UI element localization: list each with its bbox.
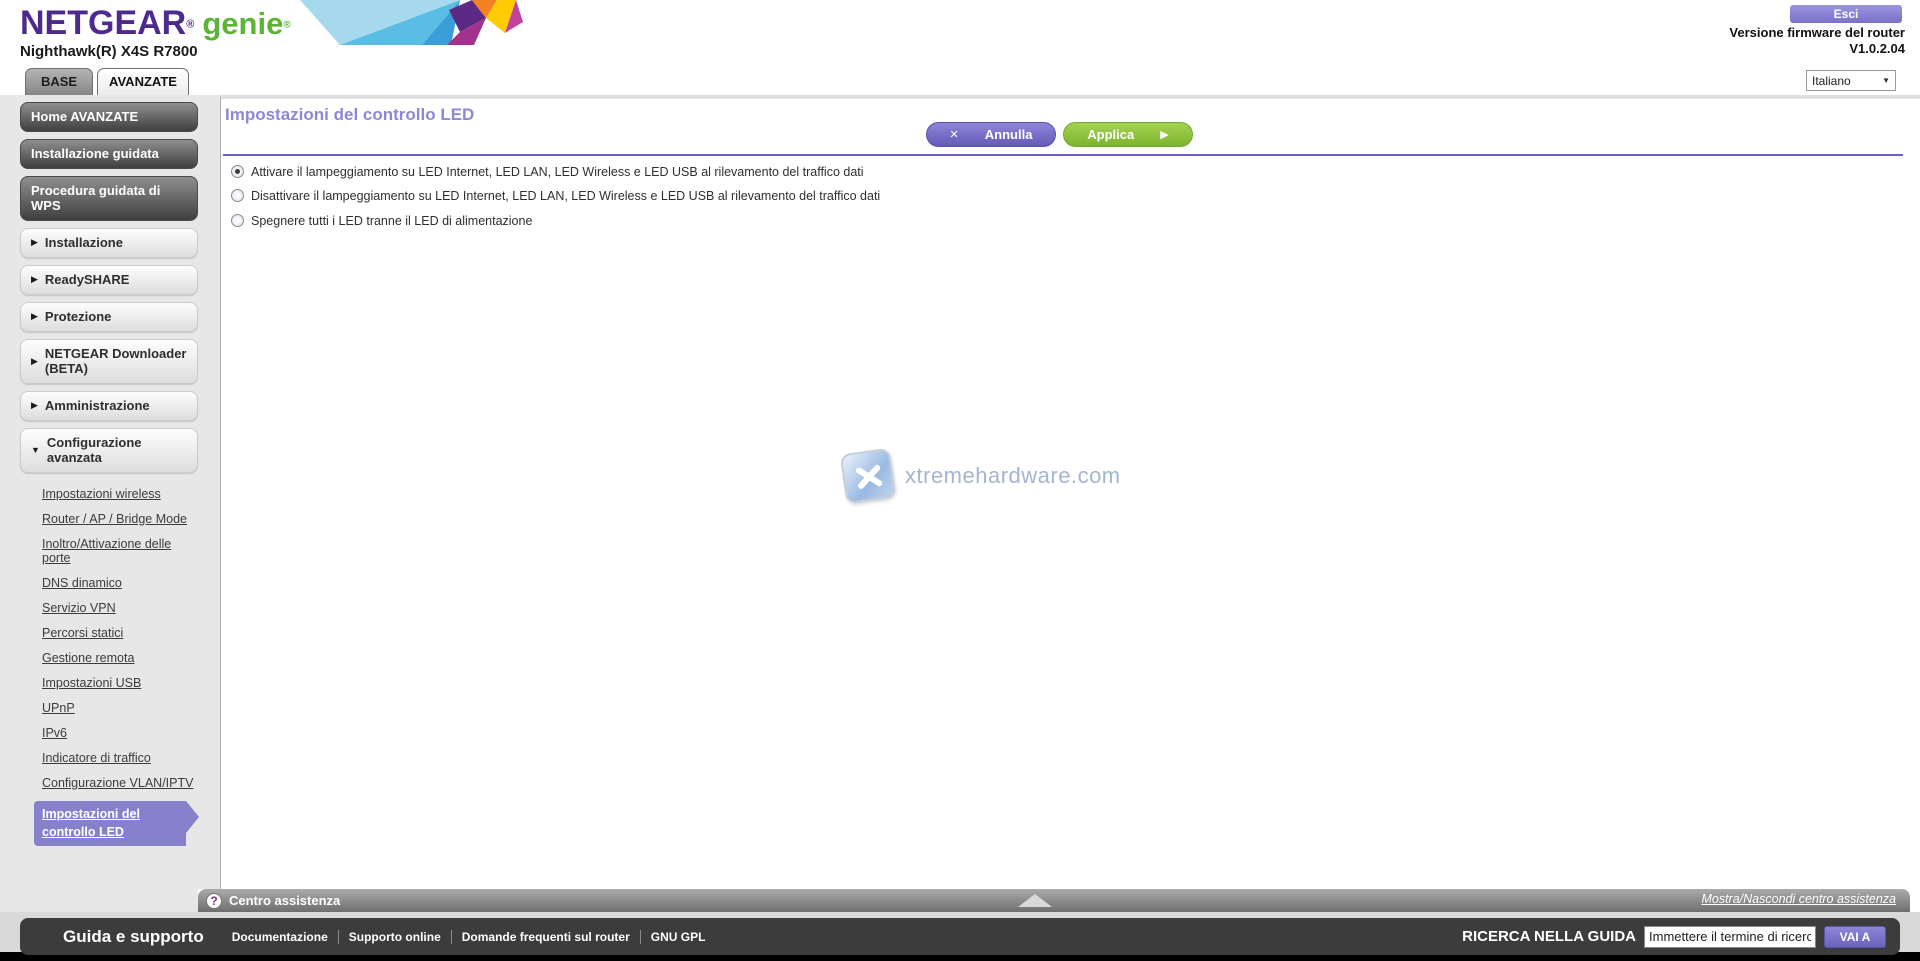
footer-bar: Guida e supporto Documentazione Supporto…: [20, 918, 1900, 955]
sidebar-item-readyshare[interactable]: ▶ ReadySHARE: [20, 265, 198, 295]
footer-links: Documentazione Supporto online Domande f…: [222, 929, 716, 944]
sidebar-item-netgear-downloader[interactable]: ▶ NETGEAR Downloader (BETA): [20, 339, 198, 384]
chevron-right-icon: ▶: [31, 355, 38, 366]
action-buttons: ✕ Annulla Applica ▶: [926, 122, 1193, 147]
cancel-button[interactable]: ✕ Annulla: [926, 122, 1056, 147]
divider: [223, 154, 1903, 156]
logout-button[interactable]: Esci: [1790, 5, 1902, 23]
sidebar-item-controllo-led-selected[interactable]: Impostazioni del controllo LED: [34, 801, 199, 846]
tab-bar: BASE AVANZATE: [25, 68, 189, 95]
firmware-label: Versione firmware del router: [1729, 25, 1905, 40]
sidebar-item-upnp[interactable]: UPnP: [42, 701, 202, 715]
sidebar-item-installazione[interactable]: ▶ Installazione: [20, 228, 198, 258]
netgear-logo: NETGEAR: [20, 4, 187, 42]
chevron-right-icon: ▶: [31, 237, 38, 247]
sidebar-item-indicatore-traffico[interactable]: Indicatore di traffico: [42, 751, 202, 765]
router-model-label: Nighthawk(R) X4S R7800: [20, 43, 198, 60]
sidebar-item-label: NETGEAR Downloader (BETA): [44, 346, 187, 376]
toggle-help-center-link[interactable]: Mostra/Nascondi centro assistenza: [1701, 892, 1896, 906]
radio-button-checked[interactable]: [231, 165, 244, 178]
chevron-right-icon: ▶: [31, 400, 38, 410]
radio-option-label: Attivare il lampeggiamento su LED Intern…: [251, 165, 864, 179]
radio-option-led-off-blink[interactable]: Disattivare il lampeggiamento su LED Int…: [231, 189, 880, 204]
footer-link-supporto-online[interactable]: Supporto online: [337, 929, 451, 944]
radio-option-led-on[interactable]: Attivare il lampeggiamento su LED Intern…: [231, 165, 864, 180]
sidebar-item-configurazione-avanzata[interactable]: ▼ Configurazione avanzata: [20, 428, 198, 473]
sidebar-item-gestione-remota[interactable]: Gestione remota: [42, 651, 202, 665]
help-bar-spacer: [0, 889, 198, 912]
sidebar-item-impostazioni-wireless[interactable]: Impostazioni wireless: [42, 487, 202, 501]
cancel-button-label: Annulla: [984, 127, 1033, 142]
radio-button[interactable]: [231, 214, 244, 227]
help-center-bar: ? Centro assistenza Mostra/Nascondi cent…: [198, 889, 1910, 912]
sidebar-item-procedura-wps[interactable]: Procedura guidata di WPS: [20, 176, 198, 221]
help-center-title: Centro assistenza: [229, 893, 341, 908]
sidebar-item-inoltro-porte[interactable]: Inoltro/Attivazione delle porte: [42, 537, 202, 565]
sidebar-item-impostazioni-usb[interactable]: Impostazioni USB: [42, 676, 202, 690]
language-select[interactable]: Italiano ▼: [1806, 70, 1896, 91]
header-ribbon-graphic: [300, 0, 523, 45]
tab-avanzate[interactable]: AVANZATE: [97, 68, 189, 95]
sidebar-item-amministrazione[interactable]: ▶ Amministrazione: [20, 391, 198, 421]
sidebar-item-label: Impostazioni del controllo LED: [42, 807, 140, 839]
firmware-version: V1.0.2.04: [1849, 41, 1905, 56]
sidebar-item-installazione-guidata[interactable]: Installazione guidata: [20, 139, 198, 169]
registered-mark-icon: ®: [283, 19, 291, 31]
chevron-right-icon: ▶: [31, 274, 38, 284]
apply-button[interactable]: Applica ▶: [1063, 122, 1193, 147]
help-bar-row: ? Centro assistenza Mostra/Nascondi cent…: [0, 889, 1920, 912]
sidebar-item-configurazione-vlan-iptv[interactable]: Configurazione VLAN/IPTV: [42, 776, 202, 790]
apply-button-label: Applica: [1087, 127, 1135, 142]
header: NETGEAR® genie® Nighthawk(R) X4S R7800 Es…: [0, 0, 1920, 95]
sidebar-item-label: Amministrazione: [44, 398, 150, 413]
sidebar-item-label: Installazione: [44, 235, 123, 250]
chevron-down-icon: ▼: [1882, 76, 1890, 85]
sidebar-item-servizio-vpn[interactable]: Servizio VPN: [42, 601, 202, 615]
main-content: Impostazioni del controllo LED ✕ Annulla…: [220, 95, 1920, 889]
sidebar-item-percorsi-statici[interactable]: Percorsi statici: [42, 626, 202, 640]
sidebar-item-protezione[interactable]: ▶ Protezione: [20, 302, 198, 332]
page-title: Impostazioni del controllo LED: [225, 105, 475, 124]
sidebar-item-label: Protezione: [44, 309, 112, 324]
sidebar-item-ipv6[interactable]: IPv6: [42, 726, 202, 740]
radio-button[interactable]: [231, 189, 244, 202]
sidebar-item-router-ap-bridge[interactable]: Router / AP / Bridge Mode: [42, 512, 202, 526]
sidebar-nav: Home AVANZATE Installazione guidata Proc…: [0, 95, 220, 889]
netgear-genie-app: NETGEAR® genie® Nighthawk(R) X4S R7800 Es…: [0, 0, 1920, 961]
footer-search: RICERCA NELLA GUIDA VAI A: [1462, 925, 1886, 948]
firmware-info: Versione firmware del router V1.0.2.04: [1729, 25, 1905, 57]
sidebar-item-label: ReadySHARE: [44, 272, 130, 287]
watermark-text: xtremehardware.com: [905, 463, 1121, 488]
footer-link-faq-router[interactable]: Domande frequenti sul router: [450, 929, 640, 944]
genie-logo: genie: [202, 6, 284, 41]
x-icon: ✕: [949, 129, 959, 141]
radio-option-label: Disattivare il lampeggiamento su LED Int…: [251, 189, 881, 203]
radio-option-label: Spegnere tutti i LED tranne il LED di al…: [251, 214, 533, 228]
chevron-down-icon: ▼: [31, 444, 40, 455]
search-input[interactable]: [1644, 925, 1816, 948]
go-button[interactable]: VAI A: [1824, 925, 1886, 948]
arrow-right-icon: ▶: [1160, 129, 1169, 141]
footer-title: Guida e supporto: [63, 926, 204, 946]
watermark: xtremehardware.com: [839, 447, 1121, 505]
sidebar-item-dns-dinamico[interactable]: DNS dinamico: [42, 576, 202, 590]
sidebar-item-home-avanzate[interactable]: Home AVANZATE: [20, 102, 198, 132]
help-icon: ?: [206, 892, 222, 909]
registered-mark-icon: ®: [186, 18, 195, 31]
footer-link-documentazione[interactable]: Documentazione: [222, 930, 338, 944]
chevron-right-icon: ▶: [31, 311, 38, 321]
collapse-arrow-icon[interactable]: [1018, 894, 1052, 907]
sidebar-sublinks: Impostazioni wireless Router / AP / Brid…: [34, 487, 220, 846]
brand-logo: NETGEAR® genie®: [20, 4, 291, 43]
xtremehardware-icon: [839, 447, 897, 505]
search-guide-label: RICERCA NELLA GUIDA: [1462, 928, 1636, 945]
sidebar-item-label: Configurazione avanzata: [46, 435, 142, 465]
middle-section: Home AVANZATE Installazione guidata Proc…: [0, 95, 1920, 889]
tab-base[interactable]: BASE: [25, 68, 93, 95]
footer-link-gnu-gpl[interactable]: GNU GPL: [639, 929, 716, 944]
radio-option-all-led-off[interactable]: Spegnere tutti i LED tranne il LED di al…: [231, 214, 532, 229]
language-selected-value: Italiano: [1812, 73, 1851, 88]
